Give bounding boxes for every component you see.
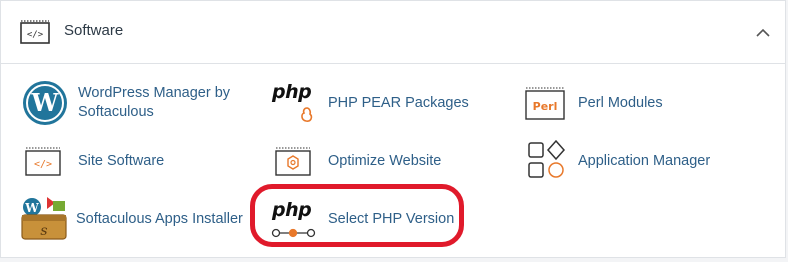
php-pear-icon: php — [271, 79, 319, 127]
item-label: Optimize Website — [328, 152, 442, 169]
wordpress-manager-link[interactable]: W WordPress Manager by Softaculous — [21, 78, 248, 128]
select-php-version-link[interactable]: php Select PHP Version — [271, 194, 454, 244]
perl-icon: Perl — [521, 79, 569, 127]
code-icon: </> — [20, 20, 50, 44]
chevron-up-icon[interactable] — [751, 21, 775, 45]
application-manager-link[interactable]: Application Manager — [521, 136, 710, 186]
item-label: Application Manager — [578, 152, 711, 169]
item-label: Select PHP Version — [328, 210, 455, 227]
softaculous-icon: W s — [19, 195, 67, 243]
php-pear-packages-link[interactable]: php PHP PEAR Packages — [271, 78, 469, 128]
application-manager-icon — [521, 137, 569, 185]
optimize-website-link[interactable]: Optimize Website — [271, 136, 441, 186]
svg-text:Perl: Perl — [533, 100, 558, 113]
svg-text:</>: </> — [34, 159, 52, 170]
code-icon: </> — [21, 137, 69, 185]
php-version-icon: php — [271, 195, 319, 243]
item-label: Perl Modules — [578, 94, 663, 111]
item-label: PHP PEAR Packages — [328, 94, 469, 111]
perl-modules-link[interactable]: Perl Perl Modules — [521, 78, 663, 128]
item-label: WordPress Manager by Softaculous — [78, 85, 231, 120]
item-label: Softaculous Apps Installer — [76, 210, 243, 227]
svg-text:s: s — [40, 223, 47, 239]
section-title: Software — [64, 22, 124, 39]
site-software-link[interactable]: </> Site Software — [21, 136, 164, 186]
optimize-icon — [271, 137, 319, 185]
softaculous-apps-installer-link[interactable]: W s Softaculous Apps Installer — [19, 194, 243, 244]
software-panel: </> Software W WordPress Manager by Soft… — [0, 0, 786, 258]
svg-text:W: W — [24, 201, 39, 215]
wordpress-icon: W — [21, 79, 69, 127]
section-header[interactable]: </> Software — [1, 1, 785, 64]
svg-text:W: W — [31, 88, 60, 117]
item-label: Site Software — [78, 152, 165, 169]
svg-text:</>: </> — [27, 30, 44, 40]
